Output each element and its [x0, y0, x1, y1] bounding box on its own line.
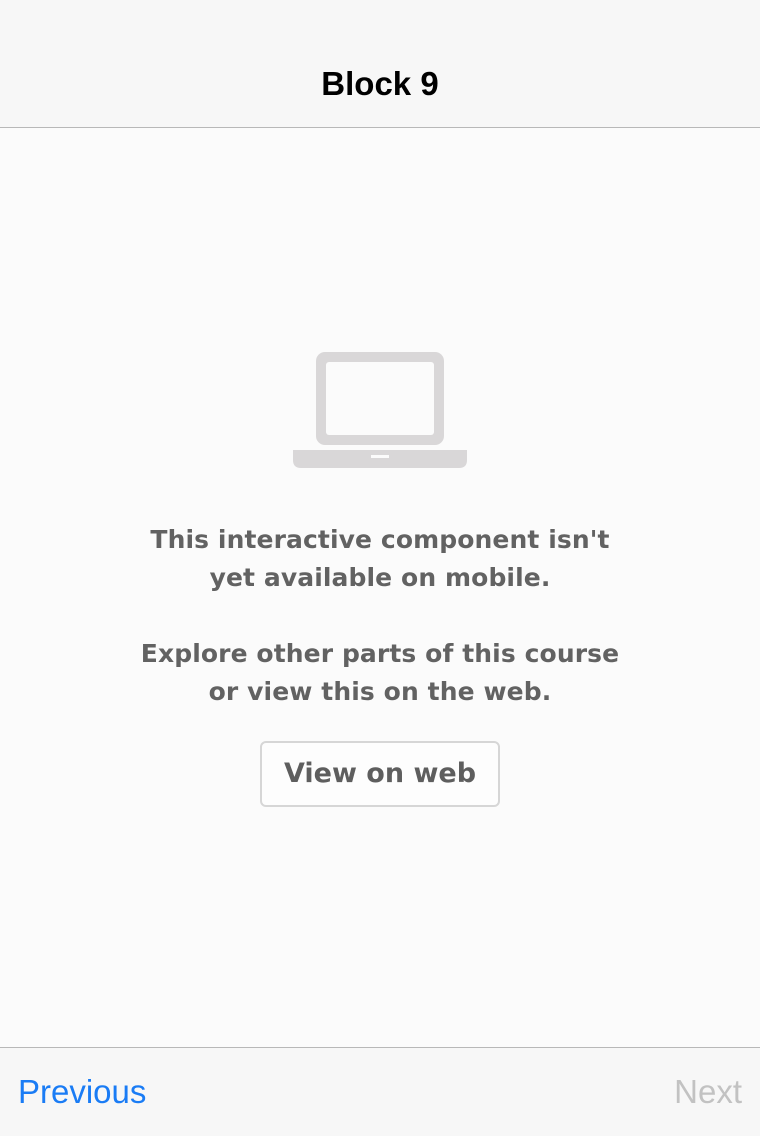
- laptop-icon: [293, 352, 467, 468]
- message-line: This interactive component isn't: [150, 525, 610, 554]
- view-on-web-button[interactable]: View on web: [260, 741, 500, 807]
- message-line: yet available on mobile.: [209, 563, 551, 592]
- unavailable-message: This interactive component isn't yet ava…: [120, 521, 640, 597]
- previous-button[interactable]: Previous: [18, 1072, 146, 1112]
- page-title: Block 9: [321, 65, 439, 102]
- next-button[interactable]: Next: [674, 1072, 742, 1112]
- navigation-bar: Block 9: [0, 0, 760, 128]
- bottom-toolbar: Previous Next: [0, 1047, 760, 1136]
- message-line: or view this on the web.: [208, 677, 552, 706]
- explore-message: Explore other parts of this course or vi…: [120, 635, 640, 711]
- message-line: Explore other parts of this course: [140, 639, 620, 668]
